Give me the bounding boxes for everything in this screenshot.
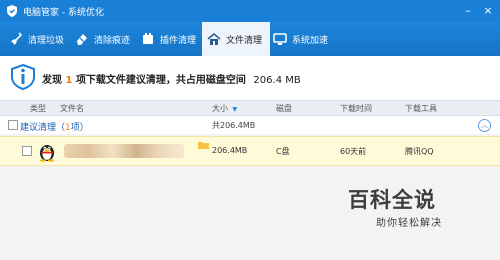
col-filename[interactable]: 文件名 bbox=[60, 103, 84, 114]
shield-logo-icon bbox=[7, 5, 17, 17]
tab-label: 系统加速 bbox=[292, 35, 329, 46]
blurred-filename bbox=[64, 144, 184, 158]
tab-clear-traces[interactable]: 清除痕迹 bbox=[72, 22, 136, 56]
col-disk[interactable]: 磁盘 bbox=[276, 103, 292, 114]
monitor-icon bbox=[273, 33, 287, 45]
eraser-icon bbox=[77, 34, 87, 45]
summary-banner: 发现 1 项下载文件建议清理，共占用磁盘空间 206.4 MB bbox=[0, 56, 500, 100]
tab-file-clean[interactable]: 文件清理 bbox=[202, 22, 270, 56]
chevron-up-icon[interactable]: ︿ bbox=[478, 119, 491, 132]
col-size-label: 大小 bbox=[212, 104, 228, 113]
summary-middle: 项下载文件建议清理，共占用磁盘空间 bbox=[75, 75, 246, 86]
summary-count: 1 bbox=[65, 75, 73, 86]
tab-label: 文件清理 bbox=[226, 35, 263, 46]
group-label: 建议清理（1项） bbox=[20, 120, 89, 133]
row-disk: C盘 bbox=[276, 147, 290, 156]
summary-size: 206.4 MB bbox=[253, 75, 301, 86]
window-title: 电脑管家 - 系统优化 bbox=[23, 8, 104, 18]
group-checkbox[interactable] bbox=[8, 120, 18, 130]
group-total-size: 共206.4MB bbox=[212, 121, 256, 130]
col-size[interactable]: 大小 ▼ bbox=[212, 103, 237, 114]
tab-label: 插件清理 bbox=[160, 35, 197, 46]
row-checkbox[interactable] bbox=[22, 146, 32, 156]
tab-label: 清理垃圾 bbox=[28, 35, 65, 46]
qq-penguin-icon bbox=[40, 145, 54, 162]
col-type[interactable]: 类型 bbox=[30, 103, 46, 114]
col-download-tool[interactable]: 下载工具 bbox=[405, 103, 437, 114]
summary-message: 发现 1 项下载文件建议清理，共占用磁盘空间 206.4 MB bbox=[42, 71, 301, 86]
row-download-tool: 腾讯QQ bbox=[405, 147, 434, 156]
title-bar: 电脑管家 - 系统优化 – × bbox=[0, 0, 500, 22]
close-button[interactable]: × bbox=[478, 2, 498, 20]
group-label-suffix: 项） bbox=[70, 123, 89, 133]
summary-prefix: 发现 bbox=[42, 75, 62, 86]
group-suggested-clean[interactable]: 建议清理（1项） 共206.4MB ︿ bbox=[0, 116, 500, 134]
folder-icon[interactable] bbox=[198, 141, 209, 149]
home-icon bbox=[207, 33, 221, 45]
minimize-button[interactable]: – bbox=[458, 2, 478, 20]
info-shield-icon bbox=[11, 64, 35, 90]
tab-label: 清除痕迹 bbox=[94, 35, 131, 46]
toolbar: 清理垃圾 清除痕迹 插件清理 文件清理 系统加速 bbox=[0, 22, 500, 56]
row-download-time: 60天前 bbox=[340, 147, 367, 156]
tab-plugin-clean[interactable]: 插件清理 bbox=[138, 22, 202, 56]
plugin-icon bbox=[143, 33, 153, 44]
broom-icon bbox=[11, 32, 23, 45]
tab-clean-junk[interactable]: 清理垃圾 bbox=[6, 22, 70, 56]
group-label-text: 建议清理（ bbox=[20, 123, 66, 133]
watermark-subtitle: 助你轻松解决 bbox=[376, 218, 442, 229]
watermark-title: 百科全说 bbox=[348, 188, 436, 212]
tab-system-speedup[interactable]: 系统加速 bbox=[270, 22, 336, 56]
watermark: 百科全说 助你轻松解决 bbox=[340, 180, 460, 232]
table-header: 类型 文件名 大小 ▼ 磁盘 下载时间 下载工具 bbox=[0, 100, 500, 116]
row-size: 206.4MB bbox=[212, 146, 248, 155]
sort-desc-icon: ▼ bbox=[232, 106, 238, 113]
col-download-time[interactable]: 下载时间 bbox=[340, 103, 372, 114]
table-row[interactable]: 206.4MB C盘 60天前 腾讯QQ bbox=[0, 136, 500, 166]
